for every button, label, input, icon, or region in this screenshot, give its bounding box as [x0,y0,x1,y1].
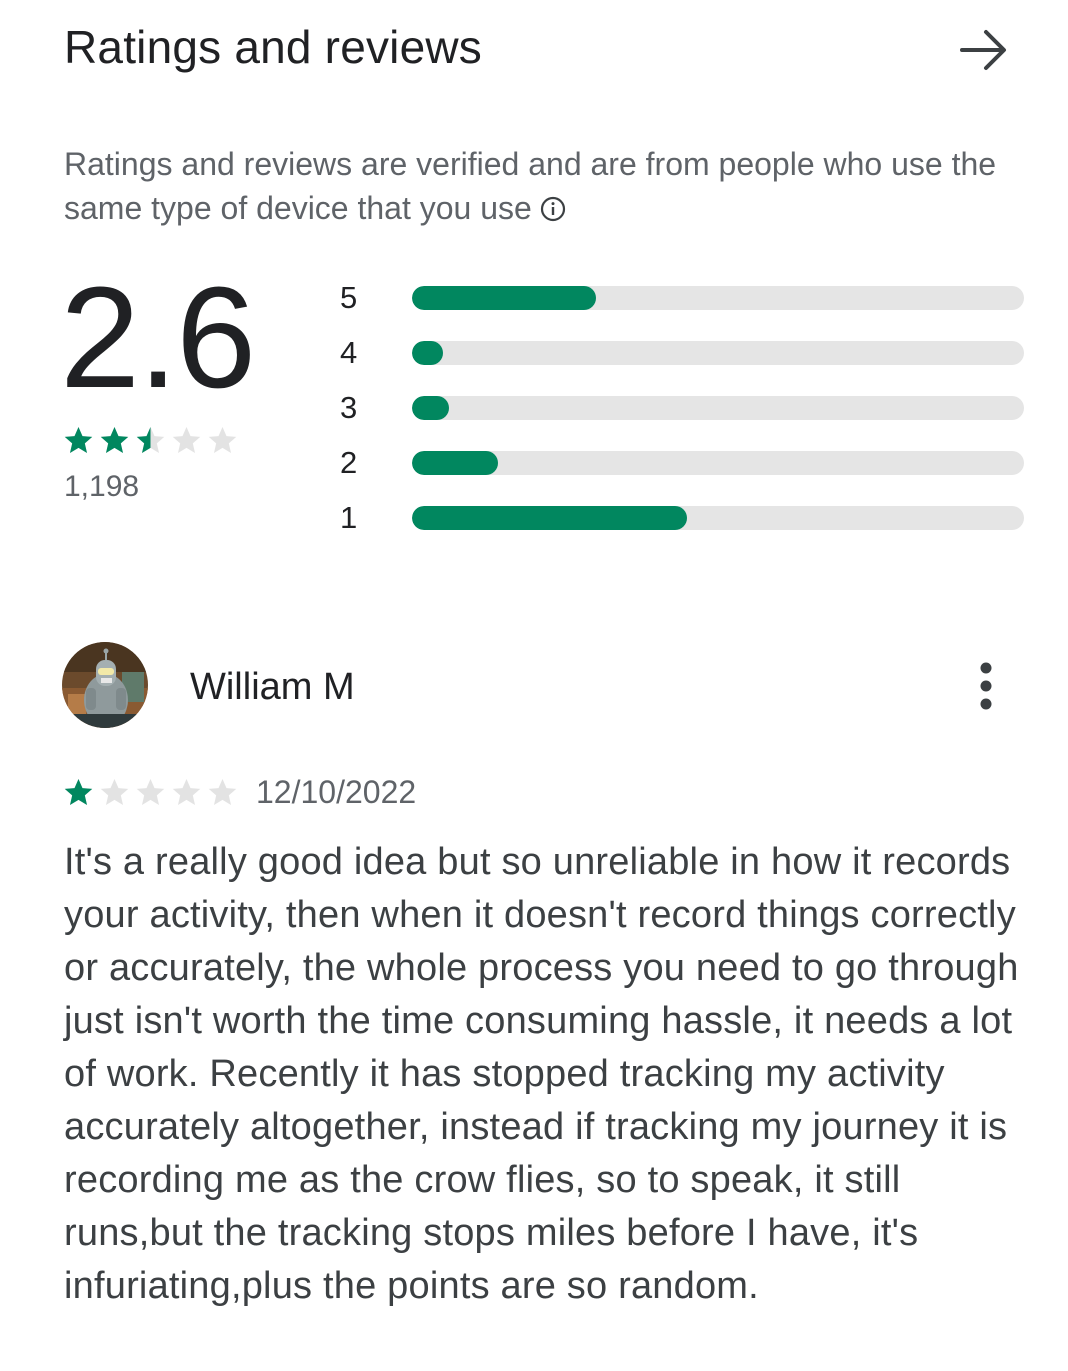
info-icon[interactable] [540,189,566,222]
average-rating: 2.6 [60,257,256,418]
section-title: Ratings and reviews [64,21,483,73]
histogram-row-1: 1 [334,490,1024,545]
histogram-bar [412,340,443,365]
histogram-track [412,505,1024,530]
histogram-track [412,395,1024,420]
star-half-icon [136,427,165,454]
review-body: It's a really good idea but so unreliabl… [64,841,1019,1307]
star-empty-icon [172,427,201,454]
histogram-label: 4 [340,334,358,370]
star-empty-icon [136,779,165,806]
verification-note: Ratings and reviews are verified and are… [64,142,1024,230]
histogram-label: 3 [340,389,358,425]
more-vert-icon[interactable] [966,660,1006,714]
star-filled-icon [100,427,129,454]
histogram-row-5: 5 [334,270,1024,325]
star-empty-icon [100,779,129,806]
histogram-bar [412,450,498,475]
histogram-label: 5 [340,279,358,315]
histogram-row-3: 3 [334,380,1024,435]
rating-count: 1,198 [64,470,140,503]
histogram-row-4: 4 [334,325,1024,380]
review-date: 12/10/2022 [256,774,417,810]
histogram-label: 2 [340,444,358,480]
histogram-bar [412,505,688,530]
histogram-track [412,450,1024,475]
star-empty-icon [172,779,201,806]
reviewer-avatar [62,642,148,728]
reviewer-name: William M [190,666,355,708]
histogram-bar [412,395,449,420]
histogram-bar [412,285,596,310]
summary-star-rating [62,424,239,458]
histogram-row-2: 2 [334,435,1024,490]
star-empty-icon [208,779,237,806]
star-empty-icon [208,427,237,454]
arrow-right-icon[interactable] [956,24,1012,76]
histogram-track [412,285,1024,310]
rating-histogram: 5 4 3 2 1 [334,270,1024,545]
star-filled-icon [64,427,93,454]
histogram-track [412,340,1024,365]
verification-text: Ratings and reviews are verified and are… [64,146,997,226]
review-star-rating [62,776,239,810]
histogram-label: 1 [340,499,358,535]
star-filled-icon [64,779,93,806]
